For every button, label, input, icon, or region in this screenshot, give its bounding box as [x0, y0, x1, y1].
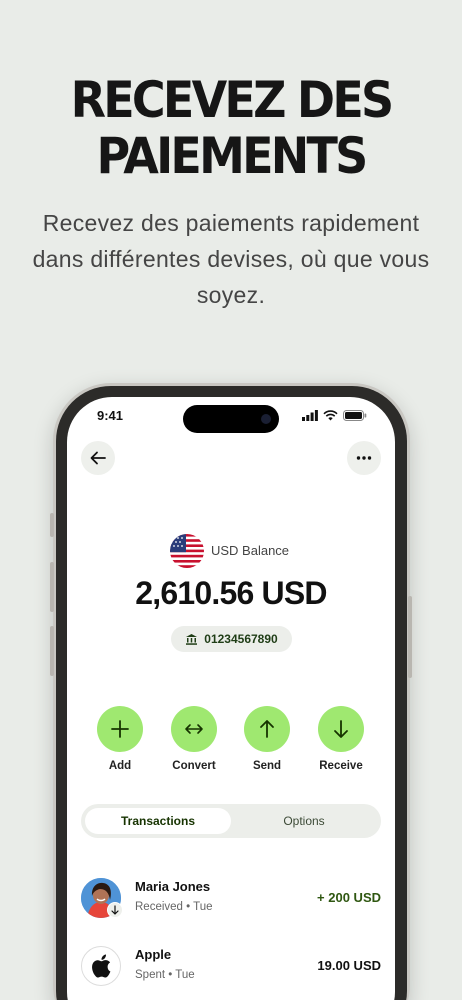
- transaction-amount: + 200 USD: [317, 890, 381, 905]
- transaction-name: Apple: [135, 947, 172, 962]
- balance-label: USD Balance: [211, 543, 290, 558]
- send-button[interactable]: [244, 706, 290, 752]
- tab-options[interactable]: Options: [231, 808, 377, 834]
- convert-button[interactable]: [171, 706, 217, 752]
- add-button[interactable]: [97, 706, 143, 752]
- avatar: [81, 946, 121, 986]
- balance-amount: 2,610.56 USD: [135, 575, 327, 611]
- apple-logo-icon: [92, 954, 111, 978]
- us-flag-icon: [170, 534, 204, 568]
- battery-icon: [343, 410, 367, 421]
- account-number: 01234567890: [204, 632, 278, 646]
- bank-icon: [186, 634, 198, 645]
- dynamic-island: [183, 405, 279, 433]
- arrow-up-icon: [260, 720, 274, 738]
- send-label: Send: [252, 760, 282, 772]
- add-label: Add: [108, 760, 132, 772]
- transaction-subtitle: Spent • Tue: [135, 969, 195, 981]
- convert-label: Convert: [172, 760, 216, 772]
- arrows-horizontal-icon: [185, 724, 203, 734]
- arrow-left-icon: [90, 451, 106, 465]
- account-number-pill[interactable]: 01234567890: [171, 626, 292, 652]
- wifi-icon: [323, 410, 338, 421]
- power-button: [408, 596, 412, 678]
- transaction-amount: 19.00 USD: [317, 958, 381, 973]
- more-dots-icon: [356, 456, 372, 460]
- arrow-down-icon: [111, 905, 119, 915]
- arrow-down-icon: [334, 720, 348, 738]
- receive-label: Receive: [319, 760, 363, 772]
- headline-line-2: PAIEMENTS: [96, 127, 368, 185]
- headline: RECEVEZ DES PAIEMENTS: [18, 72, 443, 184]
- transaction-subtitle: Received • Tue: [135, 901, 213, 913]
- plus-icon: [111, 720, 129, 738]
- camera-dot: [261, 414, 271, 424]
- received-badge: [107, 902, 123, 918]
- back-button[interactable]: [81, 441, 115, 475]
- tab-transactions[interactable]: Transactions: [85, 808, 231, 834]
- send-action[interactable]: Send: [237, 706, 297, 772]
- transaction-name: Maria Jones: [135, 879, 211, 894]
- phone-screen: 9:41 USD Balance 2,610.56 USD 0123456789…: [67, 397, 395, 1000]
- convert-action[interactable]: Convert: [164, 706, 224, 772]
- subtitle: Recevez des paiements rapidement dans di…: [32, 210, 430, 308]
- headline-line-1: RECEVEZ DES: [70, 71, 395, 129]
- transaction-row[interactable]: Maria Jones Received • Tue + 200 USD: [81, 876, 381, 920]
- volume-up-button: [50, 562, 54, 612]
- transaction-row[interactable]: Apple Spent • Tue 19.00 USD: [81, 944, 381, 988]
- signal-icon: [302, 410, 318, 421]
- more-button[interactable]: [347, 441, 381, 475]
- segmented-control: Transactions Options: [81, 804, 381, 838]
- status-time: 9:41: [97, 408, 124, 423]
- volume-down-button: [50, 626, 54, 676]
- receive-action[interactable]: Receive: [311, 706, 371, 772]
- add-action[interactable]: Add: [90, 706, 150, 772]
- silent-switch: [50, 513, 54, 537]
- status-icons: [302, 410, 367, 421]
- receive-button[interactable]: [318, 706, 364, 752]
